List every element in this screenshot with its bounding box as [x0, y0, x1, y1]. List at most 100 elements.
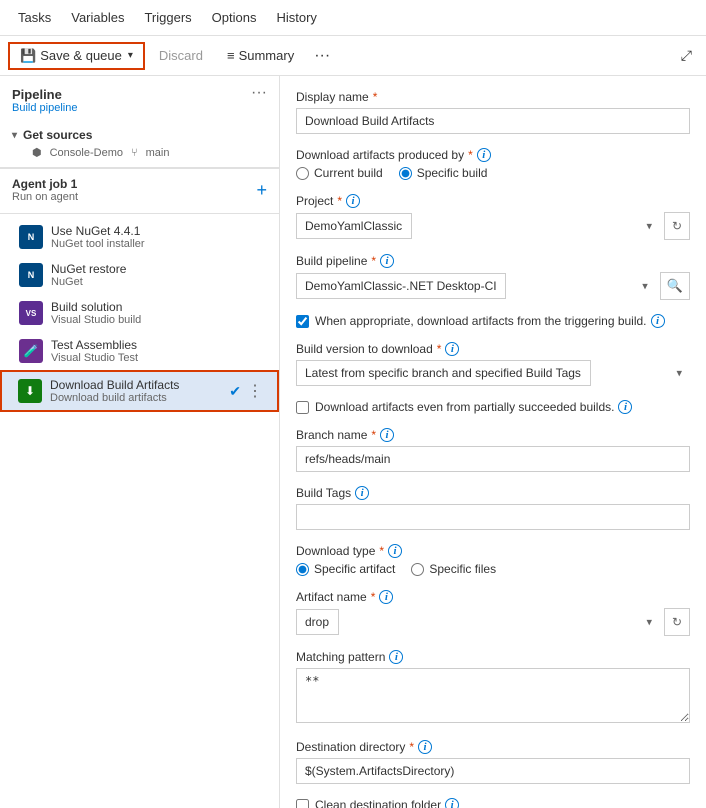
build-version-select-wrapper: Latest from specific branch and specifie…: [296, 360, 690, 386]
task-kebab-icon[interactable]: ⋮: [245, 381, 265, 401]
expand-button[interactable]: ⤢: [675, 43, 698, 68]
matching-pattern-textarea[interactable]: **: [296, 668, 690, 723]
specific-artifact-option[interactable]: Specific artifact: [296, 562, 395, 576]
nav-tasks[interactable]: Tasks: [8, 0, 61, 35]
clean-dest-info-icon[interactable]: i: [445, 798, 459, 808]
checkbox-triggering-label: When appropriate, download artifacts fro…: [315, 314, 690, 328]
destination-dir-info-icon[interactable]: i: [418, 740, 432, 754]
destination-dir-label: Destination directory * i: [296, 740, 690, 754]
build-version-info-icon[interactable]: i: [445, 342, 459, 356]
download-type-label: Download type * i: [296, 544, 690, 558]
matching-pattern-label: Matching pattern i: [296, 650, 690, 664]
add-task-button[interactable]: +: [256, 181, 267, 199]
build-tags-label: Build Tags i: [296, 486, 690, 500]
build-pipeline-search-button[interactable]: 🔍: [660, 272, 690, 300]
specific-build-option[interactable]: Specific build: [399, 166, 488, 180]
branch-name-label: Branch name * i: [296, 428, 690, 442]
task-item-download-artifacts[interactable]: ⬇ Download Build Artifacts Download buil…: [0, 370, 279, 412]
save-queue-button[interactable]: 💾 Save & queue ▾: [8, 42, 145, 70]
build-version-label: Build version to download * i: [296, 342, 690, 356]
discard-button[interactable]: Discard: [149, 44, 213, 67]
get-sources-header[interactable]: ▾ Get sources: [12, 128, 267, 142]
artifact-name-select[interactable]: drop: [296, 609, 339, 635]
save-icon: 💾: [20, 48, 36, 64]
build-version-select[interactable]: Latest from specific branch and specifie…: [296, 360, 591, 386]
task-name-nuget-restore: NuGet restore: [51, 262, 267, 276]
pipeline-more-icon[interactable]: ···: [251, 84, 267, 102]
artifact-name-select-wrapper: drop: [296, 609, 660, 635]
branch-icon: ⑂: [131, 147, 138, 159]
project-select[interactable]: DemoYamlClassic: [296, 213, 412, 239]
task-item-build-solution[interactable]: VS Build solution Visual Studio build: [0, 294, 279, 332]
get-sources-label: Get sources: [23, 128, 92, 142]
specific-build-label: Specific build: [417, 166, 488, 180]
checkmark-icon: ✔: [229, 383, 241, 400]
matching-pattern-info-icon[interactable]: i: [389, 650, 403, 664]
agent-job-subtitle: Run on agent: [12, 191, 78, 203]
task-item-nuget-installer[interactable]: N Use NuGet 4.4.1 NuGet tool installer: [0, 218, 279, 256]
artifact-name-label: Artifact name * i: [296, 590, 690, 604]
save-queue-label: Save & queue: [40, 48, 122, 63]
matching-pattern-group: Matching pattern i **: [296, 650, 690, 726]
checkbox-partial-input[interactable]: [296, 401, 309, 414]
task-badges-download: ✔ ⋮: [229, 381, 265, 401]
task-sub-nuget-installer: NuGet tool installer: [51, 238, 267, 250]
checkbox-partial-row: Download artifacts even from partially s…: [296, 400, 690, 414]
project-info-icon[interactable]: i: [346, 194, 360, 208]
clean-dest-input[interactable]: [296, 799, 309, 808]
pipeline-subtitle[interactable]: Build pipeline: [12, 102, 267, 114]
build-pipeline-required: *: [371, 254, 376, 268]
checkbox-triggering-input[interactable]: [296, 315, 309, 328]
checkbox-partial-label: Download artifacts even from partially s…: [315, 400, 690, 414]
branch-name-input[interactable]: [296, 446, 690, 472]
task-name-build-solution: Build solution: [51, 300, 267, 314]
task-name-nuget-installer: Use NuGet 4.4.1: [51, 224, 267, 238]
branch-label: main: [146, 147, 170, 159]
nav-triggers[interactable]: Triggers: [134, 0, 201, 35]
nav-history[interactable]: History: [266, 0, 326, 35]
build-pipeline-label: Build pipeline * i: [296, 254, 690, 268]
produced-by-info-icon[interactable]: i: [477, 148, 491, 162]
task-info-build-solution: Build solution Visual Studio build: [51, 300, 267, 326]
project-required: *: [337, 194, 342, 208]
current-build-label: Current build: [314, 166, 383, 180]
build-pipeline-select-row: DemoYamlClassic-.NET Desktop-CI 🔍: [296, 272, 690, 300]
checkbox-triggering-row: When appropriate, download artifacts fro…: [296, 314, 690, 328]
download-artifacts-icon: ⬇: [18, 379, 42, 403]
branch-name-required: *: [371, 428, 376, 442]
download-type-radio-group: Specific artifact Specific files: [296, 562, 690, 576]
partial-info-icon[interactable]: i: [618, 400, 632, 414]
build-pipeline-info-icon[interactable]: i: [380, 254, 394, 268]
task-item-nuget-restore[interactable]: N NuGet restore NuGet: [0, 256, 279, 294]
main-layout: Pipeline ··· Build pipeline ▾ Get source…: [0, 76, 706, 808]
display-name-input[interactable]: [296, 108, 690, 134]
display-name-group: Display name *: [296, 90, 690, 134]
triggering-info-icon[interactable]: i: [651, 314, 665, 328]
nav-options[interactable]: Options: [202, 0, 267, 35]
specific-files-label: Specific files: [429, 562, 496, 576]
artifact-name-refresh-button[interactable]: ↻: [664, 608, 690, 636]
download-type-info-icon[interactable]: i: [388, 544, 402, 558]
get-sources-section: ▾ Get sources ⬢ Console-Demo ⑂ main: [0, 120, 279, 168]
summary-button[interactable]: ≡ Summary: [217, 44, 304, 67]
project-group: Project * i DemoYamlClassic ↻: [296, 194, 690, 240]
destination-dir-input[interactable]: [296, 758, 690, 784]
build-pipeline-select[interactable]: DemoYamlClassic-.NET Desktop-CI: [296, 273, 506, 299]
destination-dir-required: *: [409, 740, 414, 754]
task-item-test-assemblies[interactable]: 🧪 Test Assemblies Visual Studio Test: [0, 332, 279, 370]
toolbar-more-button[interactable]: ···: [308, 43, 336, 69]
nav-variables[interactable]: Variables: [61, 0, 134, 35]
specific-files-option[interactable]: Specific files: [411, 562, 496, 576]
project-refresh-button[interactable]: ↻: [664, 212, 690, 240]
project-label: Project * i: [296, 194, 690, 208]
produced-by-required: *: [468, 148, 473, 162]
display-name-label: Display name *: [296, 90, 690, 104]
build-tags-input[interactable]: [296, 504, 690, 530]
artifact-name-info-icon[interactable]: i: [379, 590, 393, 604]
build-pipeline-select-wrapper: DemoYamlClassic-.NET Desktop-CI: [296, 273, 656, 299]
artifact-name-select-row: drop ↻: [296, 608, 690, 636]
build-tags-info-icon[interactable]: i: [355, 486, 369, 500]
branch-name-info-icon[interactable]: i: [380, 428, 394, 442]
pipeline-header: Pipeline ··· Build pipeline: [0, 76, 279, 120]
current-build-option[interactable]: Current build: [296, 166, 383, 180]
